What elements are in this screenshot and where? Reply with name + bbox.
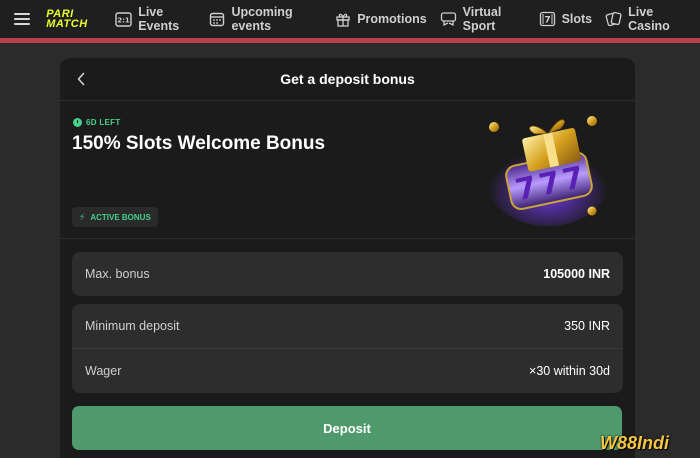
calendar-icon bbox=[209, 11, 225, 28]
nav-item-live-events[interactable]: 2:1 Live Events bbox=[115, 0, 196, 38]
detail-row-wager: Wager ×30 within 30d bbox=[72, 349, 623, 393]
nav-item-upcoming-events[interactable]: Upcoming events bbox=[209, 0, 321, 38]
svg-text:2:1: 2:1 bbox=[117, 16, 130, 24]
parimatch-logo[interactable]: PARI MATCH bbox=[46, 7, 105, 31]
cards-icon bbox=[605, 11, 622, 28]
live-events-icon: 2:1 bbox=[115, 11, 132, 28]
deposit-bonus-card: Get a deposit bonus 6D LEFT 150% Slots W… bbox=[60, 58, 635, 458]
nav-label-promotions: Promotions bbox=[357, 12, 427, 26]
wager-label: Wager bbox=[85, 364, 122, 378]
nav-label-slots: Slots bbox=[561, 12, 593, 26]
top-navigation-bar: PARI MATCH 2:1 Live Events Upcoming even… bbox=[0, 0, 700, 38]
nav-item-promotions[interactable]: Promotions bbox=[334, 0, 427, 38]
detail-row-minimum-deposit: Minimum deposit 350 INR bbox=[72, 304, 623, 348]
max-bonus-group: Max. bonus 105000 INR bbox=[72, 252, 623, 296]
active-bonus-badge: ⚡ ACTIVE BONUS bbox=[72, 207, 158, 227]
requirements-group: Minimum deposit 350 INR Wager ×30 within… bbox=[72, 304, 623, 393]
slots-icon: 7 bbox=[539, 11, 556, 28]
nav-label-virtual-sport: Virtual Sport bbox=[462, 5, 502, 33]
chevron-left-icon bbox=[77, 72, 85, 86]
nav-item-slots[interactable]: 7 Slots bbox=[539, 0, 593, 38]
promo-name: 150% Slots Welcome Bonus bbox=[72, 133, 326, 154]
svg-text:7: 7 bbox=[544, 16, 550, 26]
card-title: Get a deposit bonus bbox=[280, 71, 415, 87]
promo-section: 6D LEFT 150% Slots Welcome Bonus ⚡ ACTIV… bbox=[60, 101, 635, 238]
minimum-deposit-value: 350 INR bbox=[564, 319, 610, 333]
max-bonus-label: Max. bonus bbox=[85, 267, 150, 281]
time-left-text: 6D LEFT bbox=[86, 118, 121, 127]
logo-line-2: MATCH bbox=[46, 18, 88, 30]
slot-gift-illustration: 7 7 7 bbox=[488, 116, 608, 226]
header-accent-line bbox=[0, 38, 700, 43]
hamburger-menu-button[interactable] bbox=[0, 0, 44, 38]
gift-icon bbox=[334, 11, 351, 28]
deposit-button[interactable]: Deposit bbox=[72, 406, 622, 450]
card-header: Get a deposit bonus bbox=[60, 58, 635, 100]
nav-label-upcoming-events: Upcoming events bbox=[231, 5, 293, 33]
max-bonus-value: 105000 INR bbox=[543, 267, 610, 281]
watermark-logo: W88Indi bbox=[600, 432, 670, 453]
active-bonus-text: ACTIVE BONUS bbox=[90, 212, 151, 222]
bonus-details: Max. bonus 105000 INR Minimum deposit 35… bbox=[60, 239, 635, 393]
nav-label-live-casino: Live Casino bbox=[628, 5, 670, 33]
nav-item-virtual-sport[interactable]: Virtual Sport bbox=[440, 0, 526, 38]
nav-item-live-casino[interactable]: Live Casino bbox=[605, 0, 687, 38]
time-left-indicator: 6D LEFT bbox=[73, 118, 121, 127]
clock-icon bbox=[73, 118, 82, 127]
nav-label-live-events: Live Events bbox=[138, 5, 180, 33]
hamburger-icon bbox=[14, 13, 31, 25]
detail-row-max-bonus: Max. bonus 105000 INR bbox=[72, 252, 623, 296]
lightning-icon: ⚡ bbox=[79, 211, 86, 222]
minimum-deposit-label: Minimum deposit bbox=[85, 319, 180, 333]
gamepad-icon bbox=[440, 11, 457, 28]
main-nav: 2:1 Live Events Upcoming events Promotio… bbox=[115, 0, 700, 38]
wager-value: ×30 within 30d bbox=[529, 364, 610, 378]
back-button[interactable] bbox=[73, 70, 89, 88]
